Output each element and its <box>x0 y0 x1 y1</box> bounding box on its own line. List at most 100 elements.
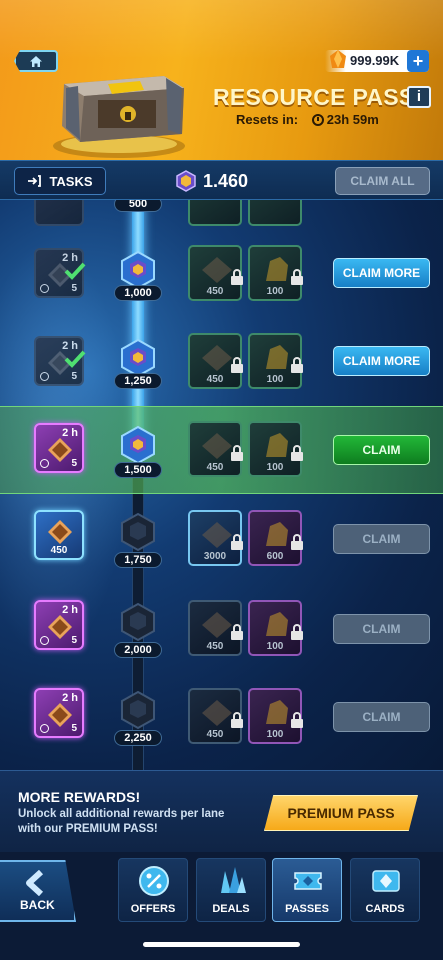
nav-offers[interactable]: OFFERS <box>118 858 188 922</box>
milestone-points: 1,000 <box>114 285 162 301</box>
premium-banner: MORE REWARDS! Unlock all additional rewa… <box>0 770 443 852</box>
dark-gem-icon <box>202 257 232 283</box>
nav-passes-label: PASSES <box>285 903 329 915</box>
currency-display: 999.99K + <box>325 50 429 72</box>
milestone-row: 2 h 5 2,250 450 100 CLAIM <box>0 674 443 762</box>
reward-tile: 100 <box>248 421 303 477</box>
nav-cards[interactable]: CARDS <box>350 858 420 922</box>
milestone-node-locked-icon <box>121 512 155 552</box>
back-chevron-icon <box>26 870 44 896</box>
reward-tile: 450 <box>188 688 243 744</box>
reward-tile: 450 <box>188 421 243 477</box>
reward-quantity: 3000 <box>203 551 227 562</box>
reward-quantity: 100 <box>266 374 284 385</box>
task-count: 5 <box>71 371 77 382</box>
percent-badge-icon <box>139 866 169 896</box>
reward-tile: 450 <box>188 333 243 389</box>
lock-icon <box>291 357 303 373</box>
task-tile <box>34 200 84 226</box>
clock-icon <box>40 724 49 733</box>
home-indicator[interactable] <box>143 942 300 947</box>
dark-gem-icon <box>202 433 232 459</box>
reset-timer: Resets in: 23h 59m <box>236 112 379 127</box>
gold-ore-icon <box>266 345 288 369</box>
milestone-points: 2,000 <box>114 642 162 658</box>
task-count: 5 <box>71 458 77 469</box>
clock-icon <box>311 114 324 126</box>
dark-gem-icon <box>202 700 232 726</box>
bronze-gem-icon <box>48 520 72 544</box>
milestone-node-locked-icon <box>121 690 155 730</box>
milestone-points: 1,250 <box>114 373 162 389</box>
claim-more-button[interactable]: CLAIM MORE <box>333 258 430 288</box>
reward-tile <box>188 200 242 226</box>
reward-tile: 100 <box>248 245 303 301</box>
premium-heading: MORE REWARDS! <box>18 789 141 805</box>
task-count: 5 <box>71 723 77 734</box>
back-label: BACK <box>20 898 55 912</box>
milestone-row: 500 <box>0 200 443 244</box>
milestone-row: 2 h 5 1,000 450 100 CLAIM MORE <box>0 240 443 328</box>
reward-tile: 100 <box>248 333 303 389</box>
claim-button[interactable]: CLAIM <box>333 435 430 465</box>
milestone-row: 2 h 5 2,000 450 100 CLAIM <box>0 586 443 674</box>
back-button[interactable]: BACK <box>0 860 76 922</box>
page-title: RESOURCE PASS <box>213 84 415 110</box>
task-tile[interactable]: 2 h 5 <box>34 688 84 738</box>
nav-passes[interactable]: PASSES <box>272 858 342 922</box>
info-button[interactable]: i <box>407 86 431 108</box>
crystals-icon <box>221 867 246 893</box>
resets-time: 23h 59m <box>311 112 379 127</box>
reward-tile: 3000 <box>188 510 243 566</box>
claim-button-disabled[interactable]: CLAIM <box>333 614 430 644</box>
pass-header: 999.99K + RESOURCE PASS i Resets in: 23h… <box>0 0 443 160</box>
lock-icon <box>231 269 243 285</box>
reward-tile: 600 <box>248 510 303 566</box>
gold-ore-icon <box>266 257 288 281</box>
reward-quantity: 450 <box>206 641 224 652</box>
claim-all-button[interactable]: CLAIM ALL <box>335 167 430 195</box>
milestone-row-active: 2 h 5 1,500 450 100 CLAIM <box>0 406 443 494</box>
milestone-node-icon <box>121 425 155 465</box>
points-value: 1.460 <box>203 170 249 191</box>
home-button[interactable] <box>14 50 58 72</box>
clock-icon <box>40 284 49 293</box>
premium-pass-button[interactable]: PREMIUM PASS <box>264 795 418 831</box>
clock-icon <box>40 636 49 645</box>
tasks-button[interactable]: TASKS <box>14 167 106 195</box>
task-tile[interactable]: 2 h 5 <box>34 423 84 473</box>
rewards-track[interactable]: 500 2 h 5 1,000 450 100 CLAIM MORE 2 h 5… <box>0 200 443 770</box>
pass-ticket-icon <box>294 872 322 890</box>
reward-quantity: 450 <box>206 729 224 740</box>
task-reward-value: 450 <box>50 545 68 556</box>
gem-icon <box>48 615 72 639</box>
milestone-points: 500 <box>114 200 162 212</box>
nav-deals[interactable]: DEALS <box>196 858 266 922</box>
tasks-bar: TASKS 1.460 CLAIM ALL <box>0 160 443 200</box>
lock-icon <box>231 357 243 373</box>
lock-icon <box>291 269 303 285</box>
resets-label: Resets in: <box>236 112 299 127</box>
nav-offers-label: OFFERS <box>130 903 176 915</box>
add-currency-button[interactable]: + <box>407 50 429 72</box>
lock-icon <box>291 445 303 461</box>
reward-quantity: 450 <box>206 374 224 385</box>
reward-quantity: 450 <box>206 286 224 297</box>
lock-icon <box>231 624 243 640</box>
claim-button-disabled[interactable]: CLAIM <box>333 702 430 732</box>
milestone-node-locked-icon <box>121 602 155 642</box>
claim-more-button[interactable]: CLAIM MORE <box>333 346 430 376</box>
lock-icon <box>291 712 303 728</box>
task-reward-tile[interactable]: 450 <box>34 510 84 560</box>
reward-tile: 450 <box>188 600 243 656</box>
gold-ore-icon <box>266 522 288 546</box>
claim-button-disabled[interactable]: CLAIM <box>333 524 430 554</box>
gem-icon <box>48 438 72 462</box>
clock-icon <box>40 459 49 468</box>
task-tile[interactable]: 2 h 5 <box>34 600 84 650</box>
reward-tile: 100 <box>248 688 303 744</box>
tasks-label: TASKS <box>49 173 93 189</box>
milestone-row: 2 h 5 1,250 450 100 CLAIM MORE <box>0 328 443 416</box>
home-icon <box>30 55 42 67</box>
milestone-points: 1,500 <box>114 462 162 478</box>
